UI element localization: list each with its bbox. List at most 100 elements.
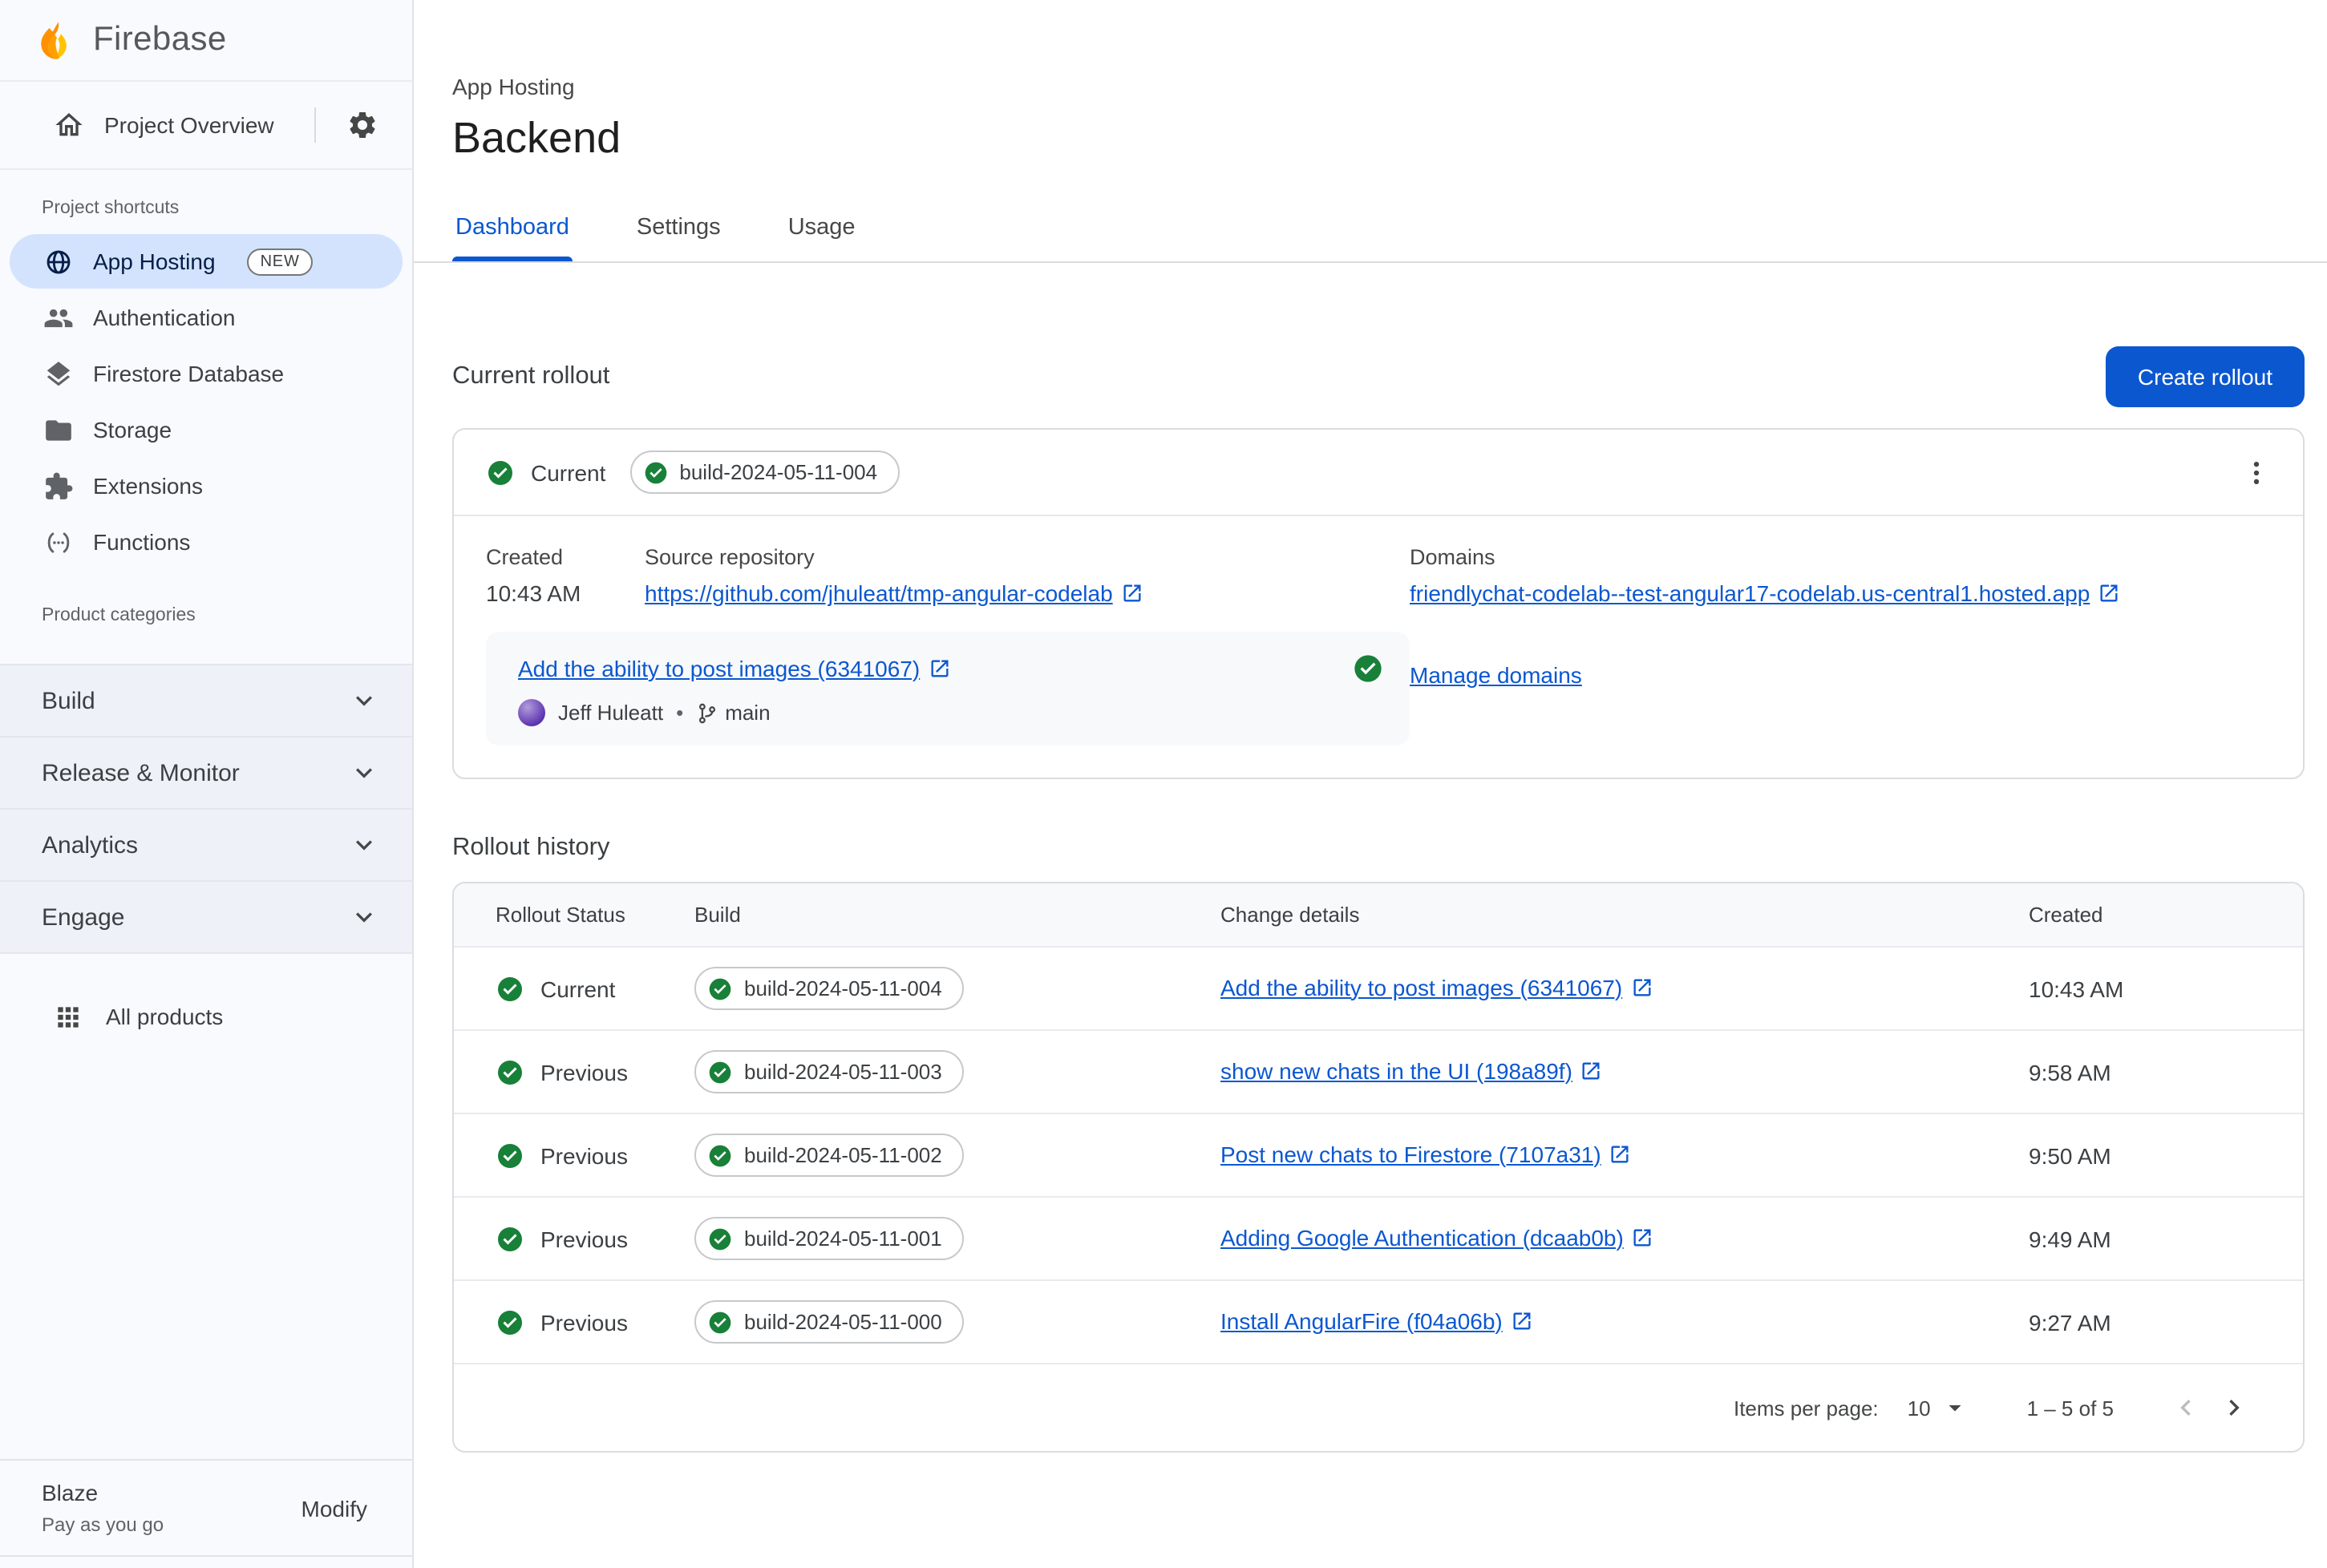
plan-description: Pay as you go: [42, 1513, 164, 1536]
check-circle-icon: [1352, 653, 1384, 685]
sidebar-item-firestore[interactable]: Firestore Database: [10, 346, 403, 401]
sidebar-item-app-hosting[interactable]: App Hosting NEW: [10, 234, 403, 289]
category-list: Build Release & Monitor Analytics Engage: [0, 664, 412, 954]
external-link-icon: [2098, 582, 2120, 604]
all-products-button[interactable]: All products: [0, 980, 412, 1053]
build-chip: build-2024-05-11-004: [629, 451, 900, 494]
commit-author: Jeff Huleatt: [558, 701, 664, 725]
category-engage[interactable]: Engage: [0, 882, 412, 954]
external-link-icon: [1511, 1309, 1533, 1332]
check-circle-icon: [707, 976, 733, 1001]
dot-separator: •: [676, 701, 684, 725]
column-created: Created: [2029, 903, 2103, 927]
category-build[interactable]: Build: [0, 665, 412, 738]
change-link[interactable]: Install AngularFire (f04a06b): [1220, 1307, 1533, 1333]
build-chip: build-2024-05-11-002: [694, 1134, 965, 1177]
external-link-icon: [1580, 1059, 1603, 1081]
create-rollout-button[interactable]: Create rollout: [2105, 346, 2305, 407]
change-link[interactable]: Add the ability to post images (6341067): [1220, 974, 1653, 1000]
build-chip-label: build-2024-05-11-004: [744, 976, 942, 1000]
sidebar-item-authentication[interactable]: Authentication: [10, 290, 403, 345]
divider: [314, 107, 316, 143]
sidebar-item-label: Firestore Database: [93, 361, 285, 386]
chevron-down-icon: [348, 685, 380, 717]
table-row: Previous build-2024-05-11-002 Post new c…: [454, 1113, 2303, 1196]
modify-plan-button[interactable]: Modify: [292, 1482, 377, 1534]
row-status: Previous: [540, 1226, 628, 1251]
sidebar-item-storage[interactable]: Storage: [10, 402, 403, 457]
check-circle-icon: [707, 1226, 733, 1251]
source-repository-link[interactable]: https://github.com/jhuleatt/tmp-angular-…: [645, 580, 1143, 606]
check-circle-icon: [496, 1141, 524, 1170]
breadcrumb: App Hosting: [452, 74, 575, 99]
change-title: Add the ability to post images (6341067): [1220, 974, 1623, 1000]
created-value: 10:43 AM: [486, 580, 581, 606]
manage-domains-link[interactable]: Manage domains: [1410, 661, 1582, 687]
new-badge: NEW: [247, 248, 313, 275]
project-settings-button[interactable]: [335, 98, 390, 152]
chevron-left-icon: [2170, 1392, 2202, 1424]
change-link[interactable]: show new chats in the UI (198a89f): [1220, 1057, 1603, 1083]
rollout-status-label: Current: [531, 459, 606, 485]
sidebar-item-extensions[interactable]: Extensions: [10, 459, 403, 513]
row-created: 9:50 AM: [2029, 1142, 2111, 1168]
check-circle-icon: [496, 1057, 524, 1086]
change-link[interactable]: Post new chats to Firestore (7107a31): [1220, 1141, 1632, 1166]
more-vert-icon: [2240, 456, 2272, 488]
all-products-label: All products: [106, 1004, 224, 1029]
items-per-page-label: Items per page:: [1733, 1396, 1879, 1420]
row-created: 9:49 AM: [2029, 1226, 2111, 1251]
tab-bar: Dashboard Settings Usage: [414, 199, 2327, 263]
category-release-monitor[interactable]: Release & Monitor: [0, 738, 412, 810]
external-link-icon: [928, 657, 950, 680]
authentication-icon: [43, 302, 74, 333]
build-chip: build-2024-05-11-004: [694, 967, 965, 1010]
pagination-range: 1 – 5 of 5: [2026, 1396, 2114, 1420]
change-link[interactable]: Adding Google Authentication (dcaab0b): [1220, 1224, 1654, 1250]
build-chip: build-2024-05-11-003: [694, 1050, 965, 1093]
external-link-icon: [1630, 976, 1653, 998]
project-overview[interactable]: Project Overview: [0, 82, 412, 170]
extensions-icon: [43, 471, 74, 501]
row-status: Current: [540, 976, 616, 1001]
project-overview-label: Project Overview: [104, 112, 274, 138]
tab-settings[interactable]: Settings: [633, 199, 724, 261]
items-per-page-value: 10: [1907, 1396, 1931, 1420]
firebase-logo-icon: [35, 19, 77, 61]
brand-name: Firebase: [93, 21, 227, 58]
row-status: Previous: [540, 1059, 628, 1085]
commit-link[interactable]: Add the ability to post images (6341067): [518, 656, 950, 681]
tab-usage[interactable]: Usage: [785, 199, 859, 261]
category-label: Build: [42, 687, 95, 714]
dropdown-arrow-icon: [1941, 1393, 1969, 1422]
external-link-icon: [1609, 1142, 1632, 1165]
previous-page-button[interactable]: [2162, 1384, 2210, 1432]
table-row: Previous build-2024-05-11-001 Adding Goo…: [454, 1196, 2303, 1279]
tab-dashboard[interactable]: Dashboard: [452, 199, 573, 261]
row-created: 9:58 AM: [2029, 1059, 2111, 1085]
items-per-page-select[interactable]: 10: [1908, 1393, 1969, 1422]
gear-icon: [346, 109, 378, 141]
plan-name: Blaze: [42, 1480, 99, 1505]
check-circle-icon: [496, 1307, 524, 1336]
firestore-icon: [43, 358, 74, 389]
overflow-menu-button[interactable]: [2226, 442, 2287, 503]
check-circle-icon: [486, 458, 515, 487]
sidebar-item-label: Authentication: [93, 305, 236, 330]
domain-url: friendlychat-codelab--test-angular17-cod…: [1410, 580, 2090, 606]
next-page-button[interactable]: [2210, 1384, 2258, 1432]
row-created: 9:27 AM: [2029, 1309, 2111, 1335]
home-icon: [53, 109, 85, 141]
check-circle-icon: [496, 974, 524, 1003]
column-change-details: Change details: [1220, 903, 1360, 927]
firebase-brand[interactable]: Firebase: [0, 0, 412, 82]
storage-icon: [43, 414, 74, 445]
change-title: Adding Google Authentication (dcaab0b): [1220, 1224, 1624, 1250]
change-title: Post new chats to Firestore (7107a31): [1220, 1141, 1601, 1166]
category-analytics[interactable]: Analytics: [0, 810, 412, 882]
sidebar-item-functions[interactable]: Functions: [10, 515, 403, 569]
external-link-icon: [1121, 582, 1143, 604]
app-hosting-icon: [43, 246, 74, 277]
table-row: Current build-2024-05-11-004 Add the abi…: [454, 946, 2303, 1029]
domain-link[interactable]: friendlychat-codelab--test-angular17-cod…: [1410, 580, 2120, 606]
